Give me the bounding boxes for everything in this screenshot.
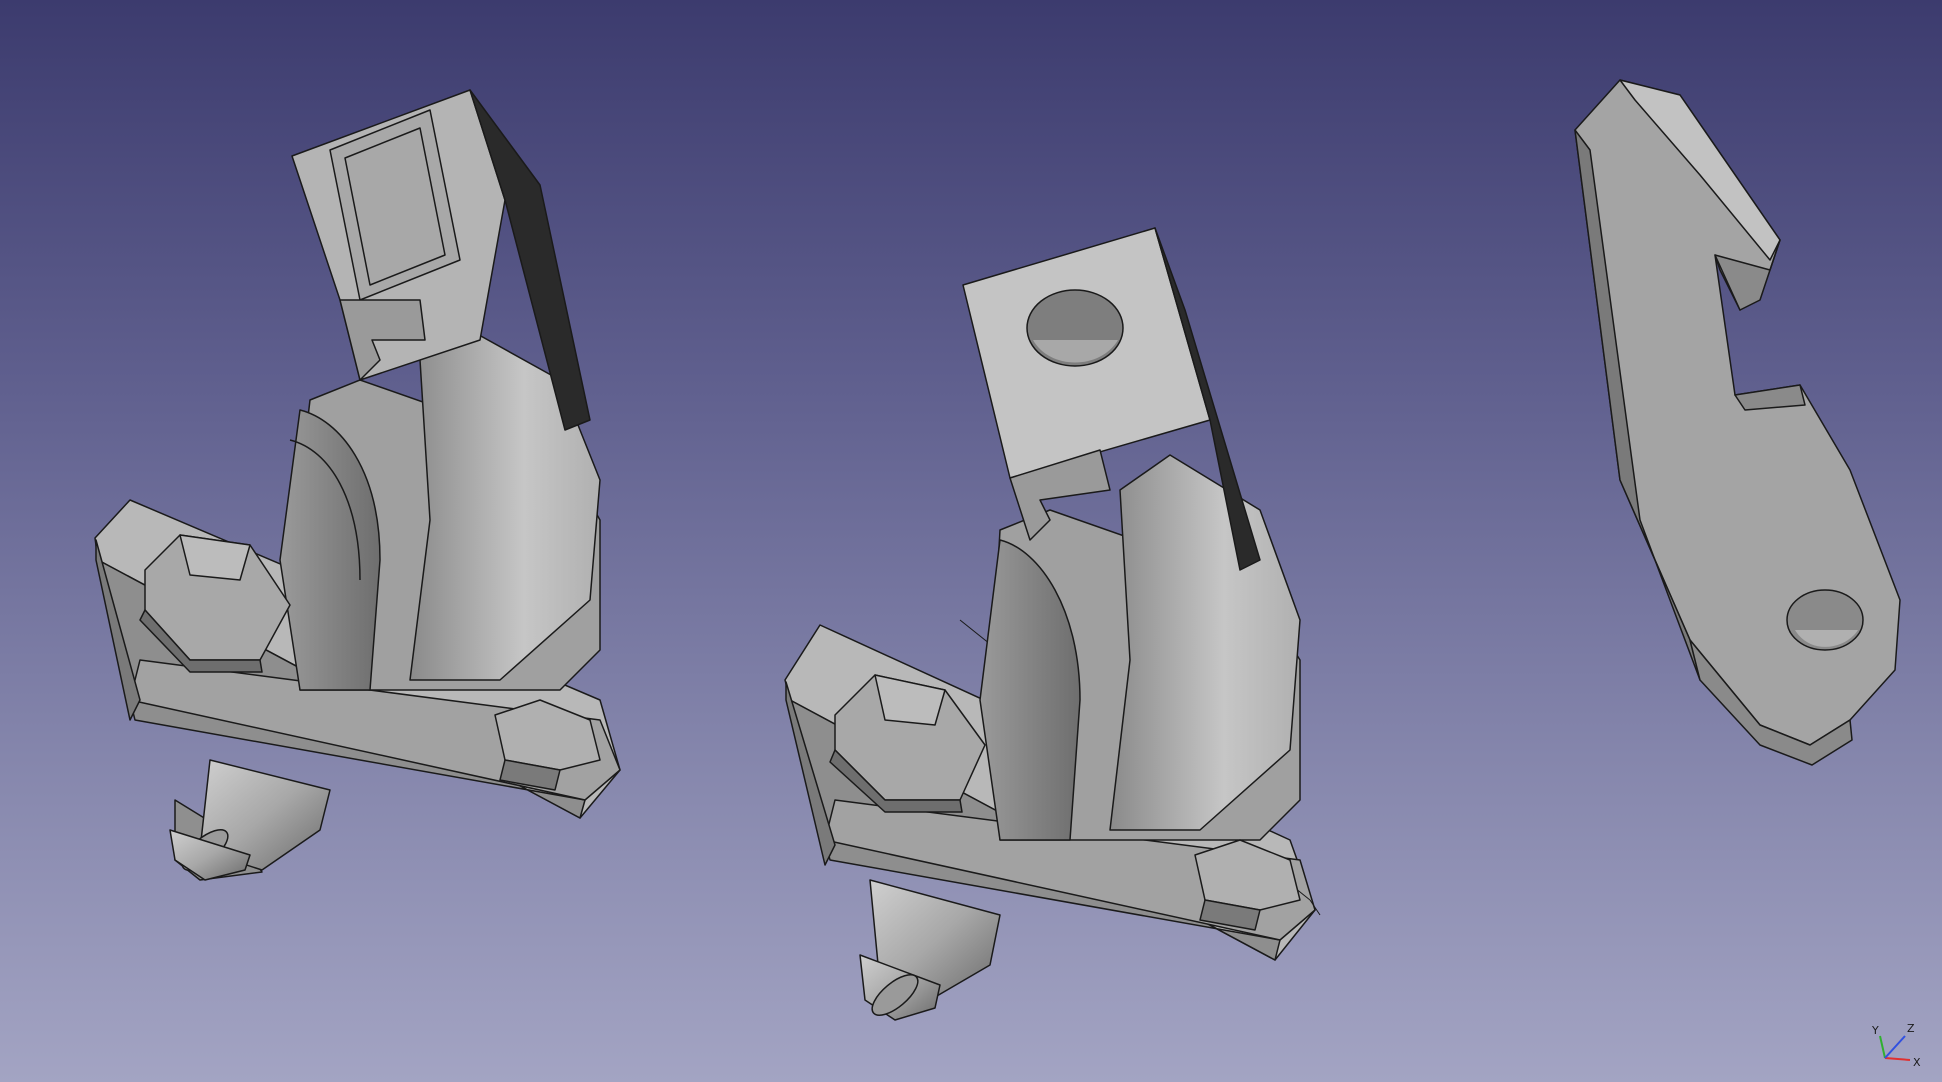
clamp-body <box>279 329 601 691</box>
axis-x-label: X <box>1913 1056 1921 1069</box>
shaft <box>859 879 1001 1021</box>
axis-x-line <box>1884 1057 1911 1061</box>
lever-arm-part[interactable] <box>1574 79 1901 766</box>
3d-viewport[interactable]: X Y Z <box>0 0 1942 1082</box>
axis-cross: X Y Z <box>1871 1022 1921 1069</box>
axis-y-label: Y <box>1871 1024 1879 1037</box>
axis-z-line <box>1884 1035 1906 1059</box>
3d-scene[interactable]: X Y Z <box>0 0 1942 1082</box>
clamp-part-with-hole[interactable] <box>784 227 1321 1022</box>
clamp-part-with-plate[interactable] <box>94 89 621 881</box>
axis-z-label: Z <box>1907 1022 1915 1035</box>
axis-y-line <box>1879 1035 1886 1059</box>
shaft <box>169 759 331 881</box>
